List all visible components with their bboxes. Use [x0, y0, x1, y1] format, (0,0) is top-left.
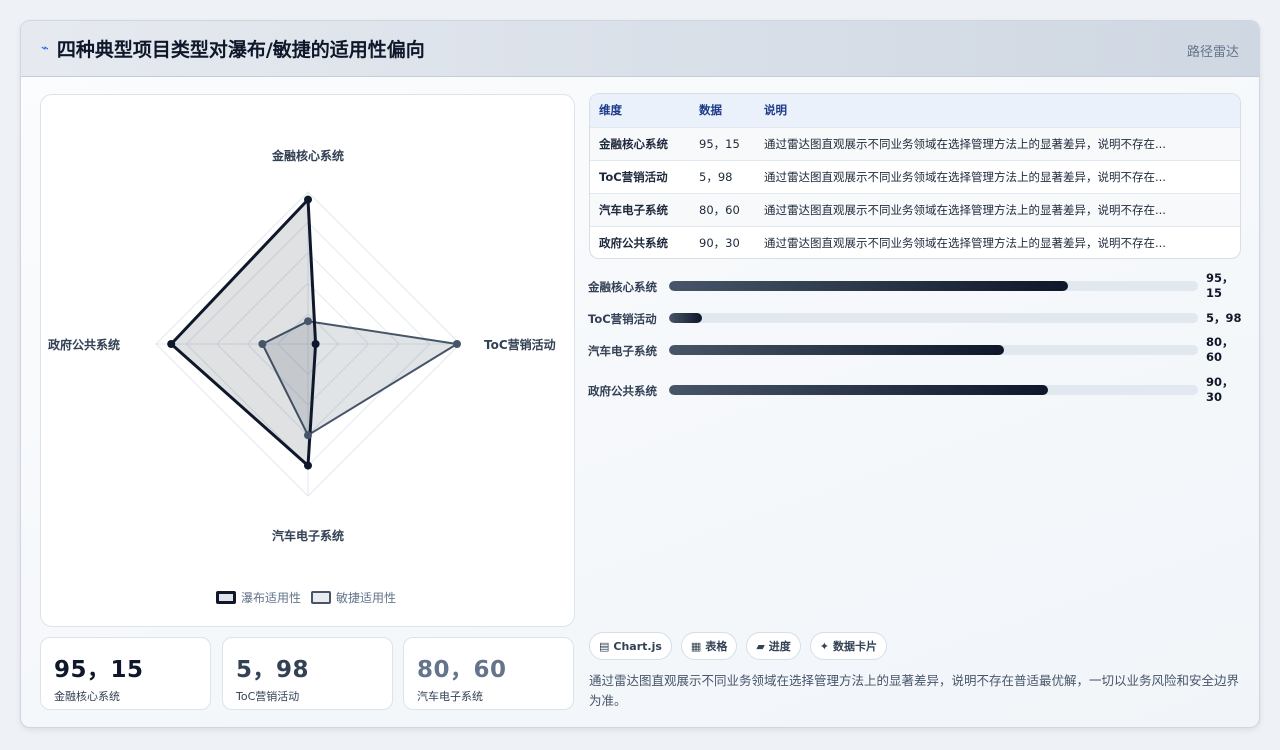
stat-card-auto: 80，60 汽车电子系统: [403, 637, 574, 710]
feature-chips: ▤ Chart.js ▦ 表格 ▰ 进度 ✦ 数据卡片: [589, 632, 888, 660]
chip-data-card[interactable]: ✦ 数据卡片: [809, 632, 888, 660]
progress-row: 金融核心系统 95，15: [588, 271, 1248, 301]
data-table: 维度 数据 说明 金融核心系统 95，15 通过雷达图直观展示不同业务领域在选择…: [589, 93, 1241, 259]
chip-label: 进度: [768, 640, 791, 653]
legend-item-waterfall[interactable]: 瀑布适用性: [216, 589, 301, 606]
chip-chartjs[interactable]: ▤ Chart.js: [589, 632, 672, 660]
main-card: ⌁ 四种典型项目类型对瀑布/敏捷的适用性偏向 路径雷达 金融核心系统 ToC营销活…: [20, 20, 1260, 728]
legend-swatch-agile: [311, 591, 332, 604]
chart-type-tag: 路径雷达: [1186, 45, 1239, 60]
progress-row: 汽车电子系统 80，60: [588, 334, 1248, 364]
radar-chart: 金融核心系统 ToC营销活动汽车电子系统 政府公共系统: [48, 148, 556, 543]
cell-description: 通过雷达图直观展示不同业务领域在选择管理方法上的显著差异，说明不存在...: [764, 169, 1166, 184]
cell-description: 通过雷达图直观展示不同业务领域在选择管理方法上的显著差异，说明不存在...: [764, 202, 1166, 217]
legend-item-agile[interactable]: 敏捷适用性: [311, 589, 396, 606]
cell-dimension: 汽车电子系统: [599, 202, 668, 217]
radar-axis-label: 金融核心系统: [271, 148, 344, 163]
table-row: 政府公共系统 90，30 通过雷达图直观展示不同业务领域在选择管理方法上的显著差…: [590, 226, 1240, 258]
progress-track: [669, 385, 1198, 395]
chip-label: Chart.js: [613, 639, 662, 653]
cell-dimension: 政府公共系统: [599, 235, 668, 250]
radar-point-agile: [304, 431, 312, 440]
progress-row: 政府公共系统 90，30: [588, 374, 1248, 404]
radar-point-waterfall: [311, 340, 320, 348]
cell-data: 90，30: [699, 235, 740, 250]
table-row: 汽车电子系统 80，60 通过雷达图直观展示不同业务领域在选择管理方法上的显著差…: [590, 193, 1240, 226]
column-header-data: 数据: [699, 103, 722, 118]
legend-label-waterfall: 瀑布适用性: [241, 591, 302, 605]
table-row: ToC营销活动 5，98 通过雷达图直观展示不同业务领域在选择管理方法上的显著差…: [590, 160, 1240, 193]
progress-fill: [669, 313, 702, 323]
stat-value: 80，60: [417, 657, 507, 683]
column-header-description: 说明: [764, 103, 787, 118]
progress-label: 汽车电子系统: [588, 344, 657, 358]
stat-label: ToC营销活动: [236, 690, 300, 703]
radar-chart-panel: 金融核心系统 ToC营销活动汽车电子系统 政府公共系统 瀑布适用性 敏捷适用性: [40, 94, 575, 627]
sparkle-icon: ✦: [819, 639, 830, 653]
progress-fill: [669, 345, 1004, 355]
radar-point-waterfall: [167, 340, 176, 348]
cell-dimension: 金融核心系统: [599, 136, 668, 151]
radar-axis-label: 汽车电子系统: [272, 528, 344, 543]
chart-icon: ▤: [599, 639, 610, 653]
legend-label-agile: 敏捷适用性: [336, 591, 397, 605]
column-header-dimension: 维度: [599, 103, 622, 118]
legend-swatch-waterfall: [216, 591, 236, 604]
progress-track: [669, 345, 1198, 355]
progress-value: 95，15: [1206, 271, 1234, 300]
radar-point-waterfall: [304, 461, 312, 470]
radar-axis-label: ToC营销活动: [484, 337, 556, 352]
radar-series-waterfall: [169, 198, 318, 468]
progress-value: 80，60: [1206, 335, 1234, 364]
radar-point-agile: [452, 340, 461, 348]
progress-fill: [669, 385, 1048, 395]
stat-card-toc: 5，98 ToC营销活动: [222, 637, 393, 710]
chip-table[interactable]: ▦ 表格: [680, 632, 738, 660]
table-row: 金融核心系统 95，15 通过雷达图直观展示不同业务领域在选择管理方法上的显著差…: [590, 127, 1240, 160]
progress-value: 90，30: [1206, 375, 1234, 404]
progress-track: [669, 281, 1198, 291]
cell-description: 通过雷达图直观展示不同业务领域在选择管理方法上的显著差异，说明不存在...: [764, 235, 1166, 250]
progress-label: 金融核心系统: [588, 280, 657, 294]
line-chart-icon: ⌁: [41, 41, 49, 56]
stat-label: 金融核心系统: [54, 690, 120, 703]
chip-progress[interactable]: ▰ 进度: [746, 632, 801, 660]
stat-card-finance: 95，15 金融核心系统: [40, 637, 211, 710]
progress-label: ToC营销活动: [588, 312, 657, 326]
progress-value: 5，98: [1206, 311, 1242, 325]
progress-icon: ▰: [756, 639, 765, 653]
table-icon: ▦: [690, 639, 702, 653]
progress-label: 政府公共系统: [588, 384, 657, 398]
chip-label: 表格: [705, 640, 728, 653]
stat-label: 汽车电子系统: [417, 690, 483, 703]
progress-fill: [669, 281, 1069, 291]
header: ⌁ 四种典型项目类型对瀑布/敏捷的适用性偏向 路径雷达: [21, 21, 1259, 77]
cell-data: 80，60: [699, 202, 740, 217]
cell-data: 5，98: [699, 169, 733, 184]
radar-point-waterfall: [304, 195, 312, 204]
radar-axis-label: 政府公共系统: [48, 337, 120, 352]
cell-description: 通过雷达图直观展示不同业务领域在选择管理方法上的显著差异，说明不存在...: [764, 136, 1166, 151]
radar-point-agile: [304, 317, 312, 326]
chip-label: 数据卡片: [833, 640, 878, 653]
radar-point-agile: [258, 340, 267, 348]
cell-dimension: ToC营销活动: [599, 169, 668, 184]
chart-legend: 瀑布适用性 敏捷适用性: [216, 589, 396, 606]
page-title: 四种典型项目类型对瀑布/敏捷的适用性偏向: [56, 39, 425, 61]
stat-value: 5，98: [236, 657, 310, 683]
footer-note: 通过雷达图直观展示不同业务领域在选择管理方法上的显著差异，说明不存在普适最优解，…: [589, 673, 1240, 708]
table-header-row: 维度 数据 说明: [590, 94, 1240, 127]
progress-track: [669, 313, 1198, 323]
stat-value: 95，15: [54, 657, 144, 683]
cell-data: 95，15: [699, 136, 740, 151]
